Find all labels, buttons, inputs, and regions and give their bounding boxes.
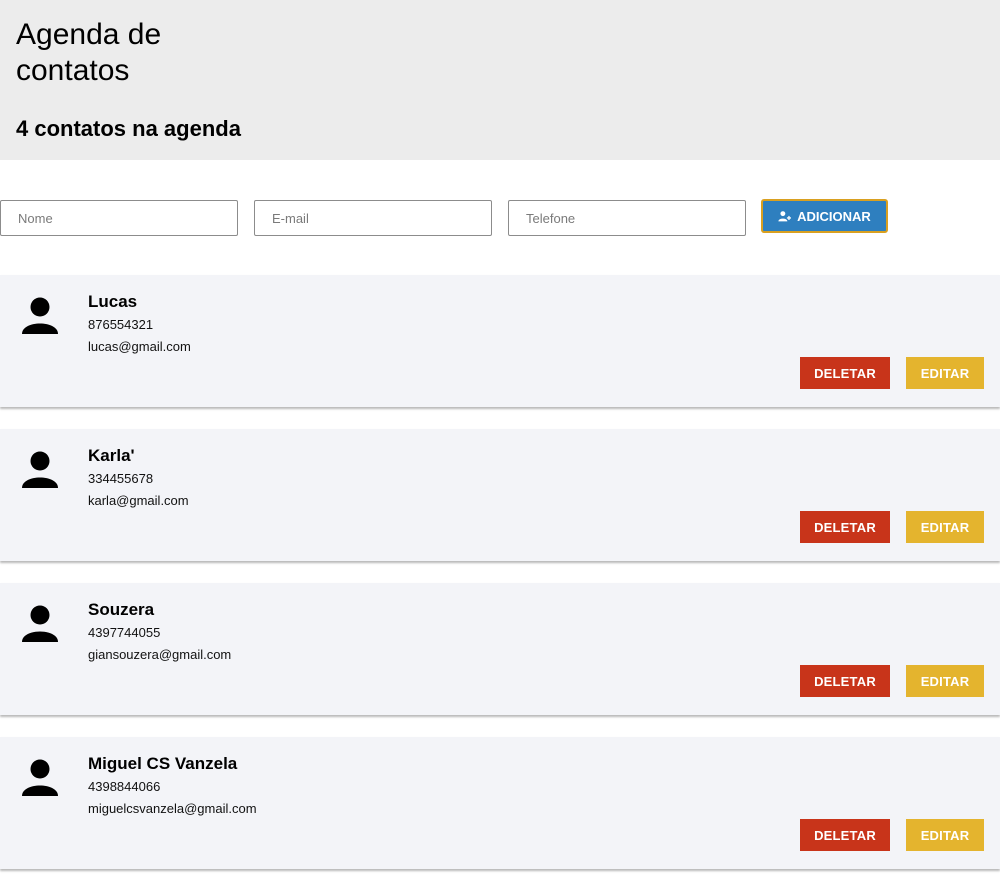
- contact-name: Souzera: [88, 600, 155, 619]
- contact-phone: 876554321: [88, 317, 154, 332]
- contact-email: lucas@gmail.com: [88, 339, 191, 354]
- phone-input[interactable]: [508, 200, 746, 236]
- edit-button[interactable]: EDITAR: [906, 665, 984, 697]
- edit-button[interactable]: EDITAR: [906, 357, 984, 389]
- delete-button[interactable]: DELETAR: [800, 665, 890, 697]
- edit-button[interactable]: EDITAR: [906, 511, 984, 543]
- contact-card: Karla' 334455678 karla@gmail.com DELETAR EDI…: [0, 429, 1000, 561]
- contact-card: Souzera 4397744055 giansouzera@gmail.com DE…: [0, 583, 1000, 715]
- edit-button[interactable]: EDITAR: [906, 819, 984, 851]
- person-icon: [22, 451, 58, 488]
- delete-button[interactable]: DELETAR: [800, 819, 890, 851]
- app-title: Agenda de contatos: [16, 18, 162, 87]
- name-input[interactable]: [0, 200, 238, 236]
- person-icon: [22, 605, 58, 642]
- contact-name: Lucas: [88, 292, 138, 311]
- add-contact-button[interactable]: ADICIONAR: [761, 199, 888, 233]
- contact-email: miguelcsvanzela@gmail.com: [88, 801, 257, 816]
- contact-email: giansouzera@gmail.com: [88, 647, 232, 662]
- contact-phone: 4397744055: [88, 625, 161, 640]
- contact-email: karla@gmail.com: [88, 493, 189, 508]
- contact-count: 4 contatos na agenda: [16, 116, 241, 141]
- email-input[interactable]: [254, 200, 492, 236]
- person-icon: [22, 297, 58, 334]
- contact-card: Miguel CS Vanzela 4398844066 miguelcsvanze…: [0, 737, 1000, 869]
- person-icon: [22, 759, 58, 796]
- contact-name: Karla': [88, 446, 135, 465]
- contact-phone: 334455678: [88, 471, 154, 486]
- contact-card: Lucas 876554321 lucas@gmail.com DELETAR EDIT…: [0, 275, 1000, 407]
- delete-button[interactable]: DELETAR: [800, 511, 890, 543]
- contact-name: Miguel CS Vanzela: [88, 754, 238, 773]
- delete-button[interactable]: DELETAR: [800, 357, 890, 389]
- add-contact-label: ADICIONAR: [797, 208, 871, 224]
- contact-phone: 4398844066: [88, 779, 161, 794]
- page-header: Agenda de contatos 4 contatos na agenda: [0, 0, 1000, 160]
- user-add-icon: [778, 210, 792, 221]
